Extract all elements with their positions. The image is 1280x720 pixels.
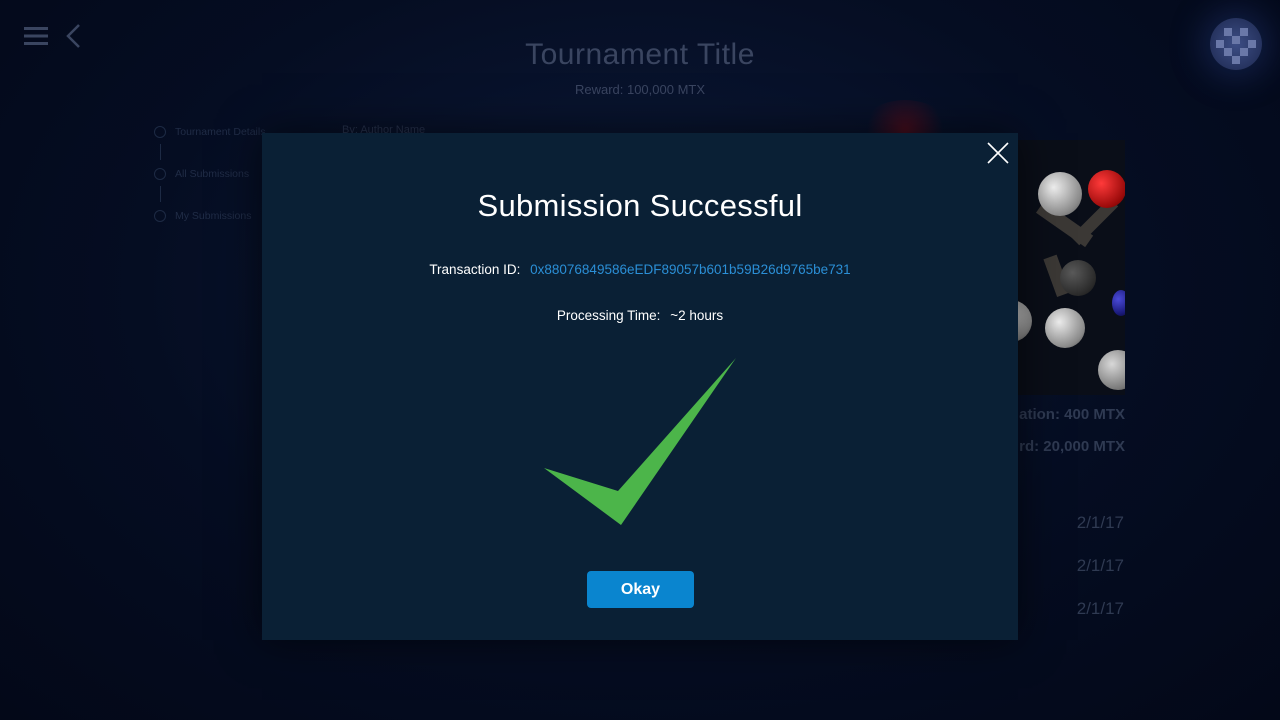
date-cell: 2/1/17: [1076, 556, 1124, 575]
modal-title: Submission Successful: [477, 188, 803, 223]
step-label: All Submissions: [175, 168, 250, 180]
step-label: My Submissions: [175, 210, 252, 222]
okay-button[interactable]: Okay: [587, 571, 694, 608]
step-tournament-details[interactable]: Tournament Details: [154, 124, 265, 140]
avatar[interactable]: [1210, 18, 1262, 70]
molecule-atom: [1038, 172, 1082, 216]
step-dot: [154, 126, 166, 138]
stat-line: ation: 400 MTX: [1019, 406, 1125, 423]
molecule-atom: [1098, 350, 1125, 390]
molecule-atom: [1112, 290, 1125, 316]
step-dot: [154, 210, 166, 222]
molecule-image: [1000, 140, 1125, 395]
processing-value: ~2 hours: [670, 308, 724, 323]
processing-label: Processing Time:: [556, 308, 661, 323]
date-cell: 2/1/17: [1076, 513, 1124, 532]
date-cell: 2/1/17: [1076, 599, 1124, 618]
step-dot: [154, 168, 166, 180]
steps-nav: Tournament Details All Submissions My Su…: [154, 124, 265, 224]
success-modal: Submission Successful Transaction ID: 0x…: [262, 133, 1018, 640]
molecule-atom: [1060, 260, 1096, 296]
page: Tournament Title Reward: 100,000 MTX Tou…: [0, 0, 1280, 720]
checkmark-icon: [542, 355, 737, 527]
transaction-row: Transaction ID: 0x88076849586eEDF89057b6…: [262, 262, 1018, 277]
transaction-id-link[interactable]: 0x88076849586eEDF89057b601b59B26d9765be7…: [530, 262, 851, 277]
close-icon[interactable]: [986, 141, 1010, 165]
step-all-submissions[interactable]: All Submissions: [154, 166, 265, 182]
molecule-atom: [1088, 170, 1125, 208]
transaction-label: Transaction ID:: [429, 262, 521, 277]
molecule-atom: [1045, 308, 1085, 348]
page-title: Tournament Title: [525, 38, 755, 71]
step-my-submissions[interactable]: My Submissions: [154, 208, 265, 224]
step-label: Tournament Details: [175, 126, 266, 138]
reward-label: Reward: 100,000 MTX: [574, 82, 706, 97]
step-connector: [160, 186, 161, 202]
step-connector: [160, 144, 161, 160]
processing-row: Processing Time: ~2 hours: [262, 308, 1018, 323]
stat-line: rd: 20,000 MTX: [1019, 438, 1125, 455]
